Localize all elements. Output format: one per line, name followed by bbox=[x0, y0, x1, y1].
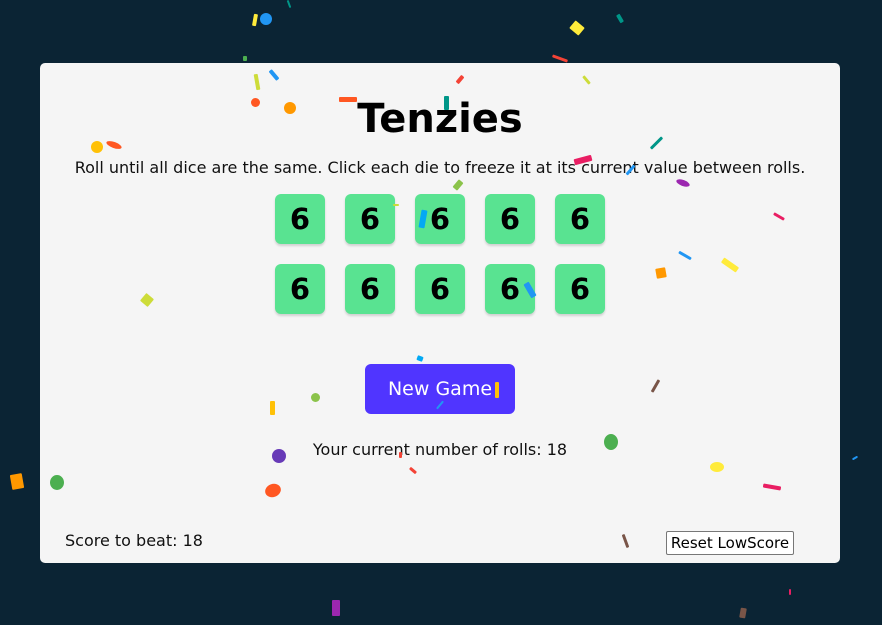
game-card: Tenzies Roll until all dice are the same… bbox=[40, 63, 840, 563]
score-to-beat: Score to beat: 18 bbox=[65, 531, 203, 550]
die-1[interactable]: 6 bbox=[275, 194, 325, 244]
instructions-text: Roll until all dice are the same. Click … bbox=[74, 158, 806, 177]
confetti-piece bbox=[789, 589, 791, 595]
die-2[interactable]: 6 bbox=[345, 194, 395, 244]
reset-lowscore-button[interactable]: Reset LowScore bbox=[666, 531, 794, 555]
confetti-piece bbox=[260, 13, 272, 25]
die-8[interactable]: 6 bbox=[415, 264, 465, 314]
die-5[interactable]: 6 bbox=[555, 194, 605, 244]
confetti-piece bbox=[243, 55, 247, 61]
confetti-piece bbox=[332, 600, 340, 616]
confetti-piece bbox=[286, 0, 292, 9]
die-4[interactable]: 6 bbox=[485, 194, 535, 244]
confetti-piece bbox=[9, 472, 25, 490]
confetti-piece bbox=[616, 13, 624, 23]
confetti-piece bbox=[551, 53, 569, 63]
new-game-button[interactable]: New Game bbox=[365, 364, 515, 414]
die-10[interactable]: 6 bbox=[555, 264, 605, 314]
confetti-piece bbox=[739, 607, 747, 619]
page-title: Tenzies bbox=[357, 96, 523, 142]
die-3[interactable]: 6 bbox=[415, 194, 465, 244]
confetti-piece bbox=[251, 13, 259, 27]
die-9[interactable]: 6 bbox=[485, 264, 535, 314]
die-7[interactable]: 6 bbox=[345, 264, 395, 314]
die-6[interactable]: 6 bbox=[275, 264, 325, 314]
confetti-piece bbox=[569, 20, 585, 36]
dice-grid: 6 6 6 6 6 6 6 6 6 6 bbox=[275, 194, 605, 314]
confetti-piece bbox=[851, 455, 859, 461]
rolls-count: Your current number of rolls: 18 bbox=[312, 440, 568, 459]
